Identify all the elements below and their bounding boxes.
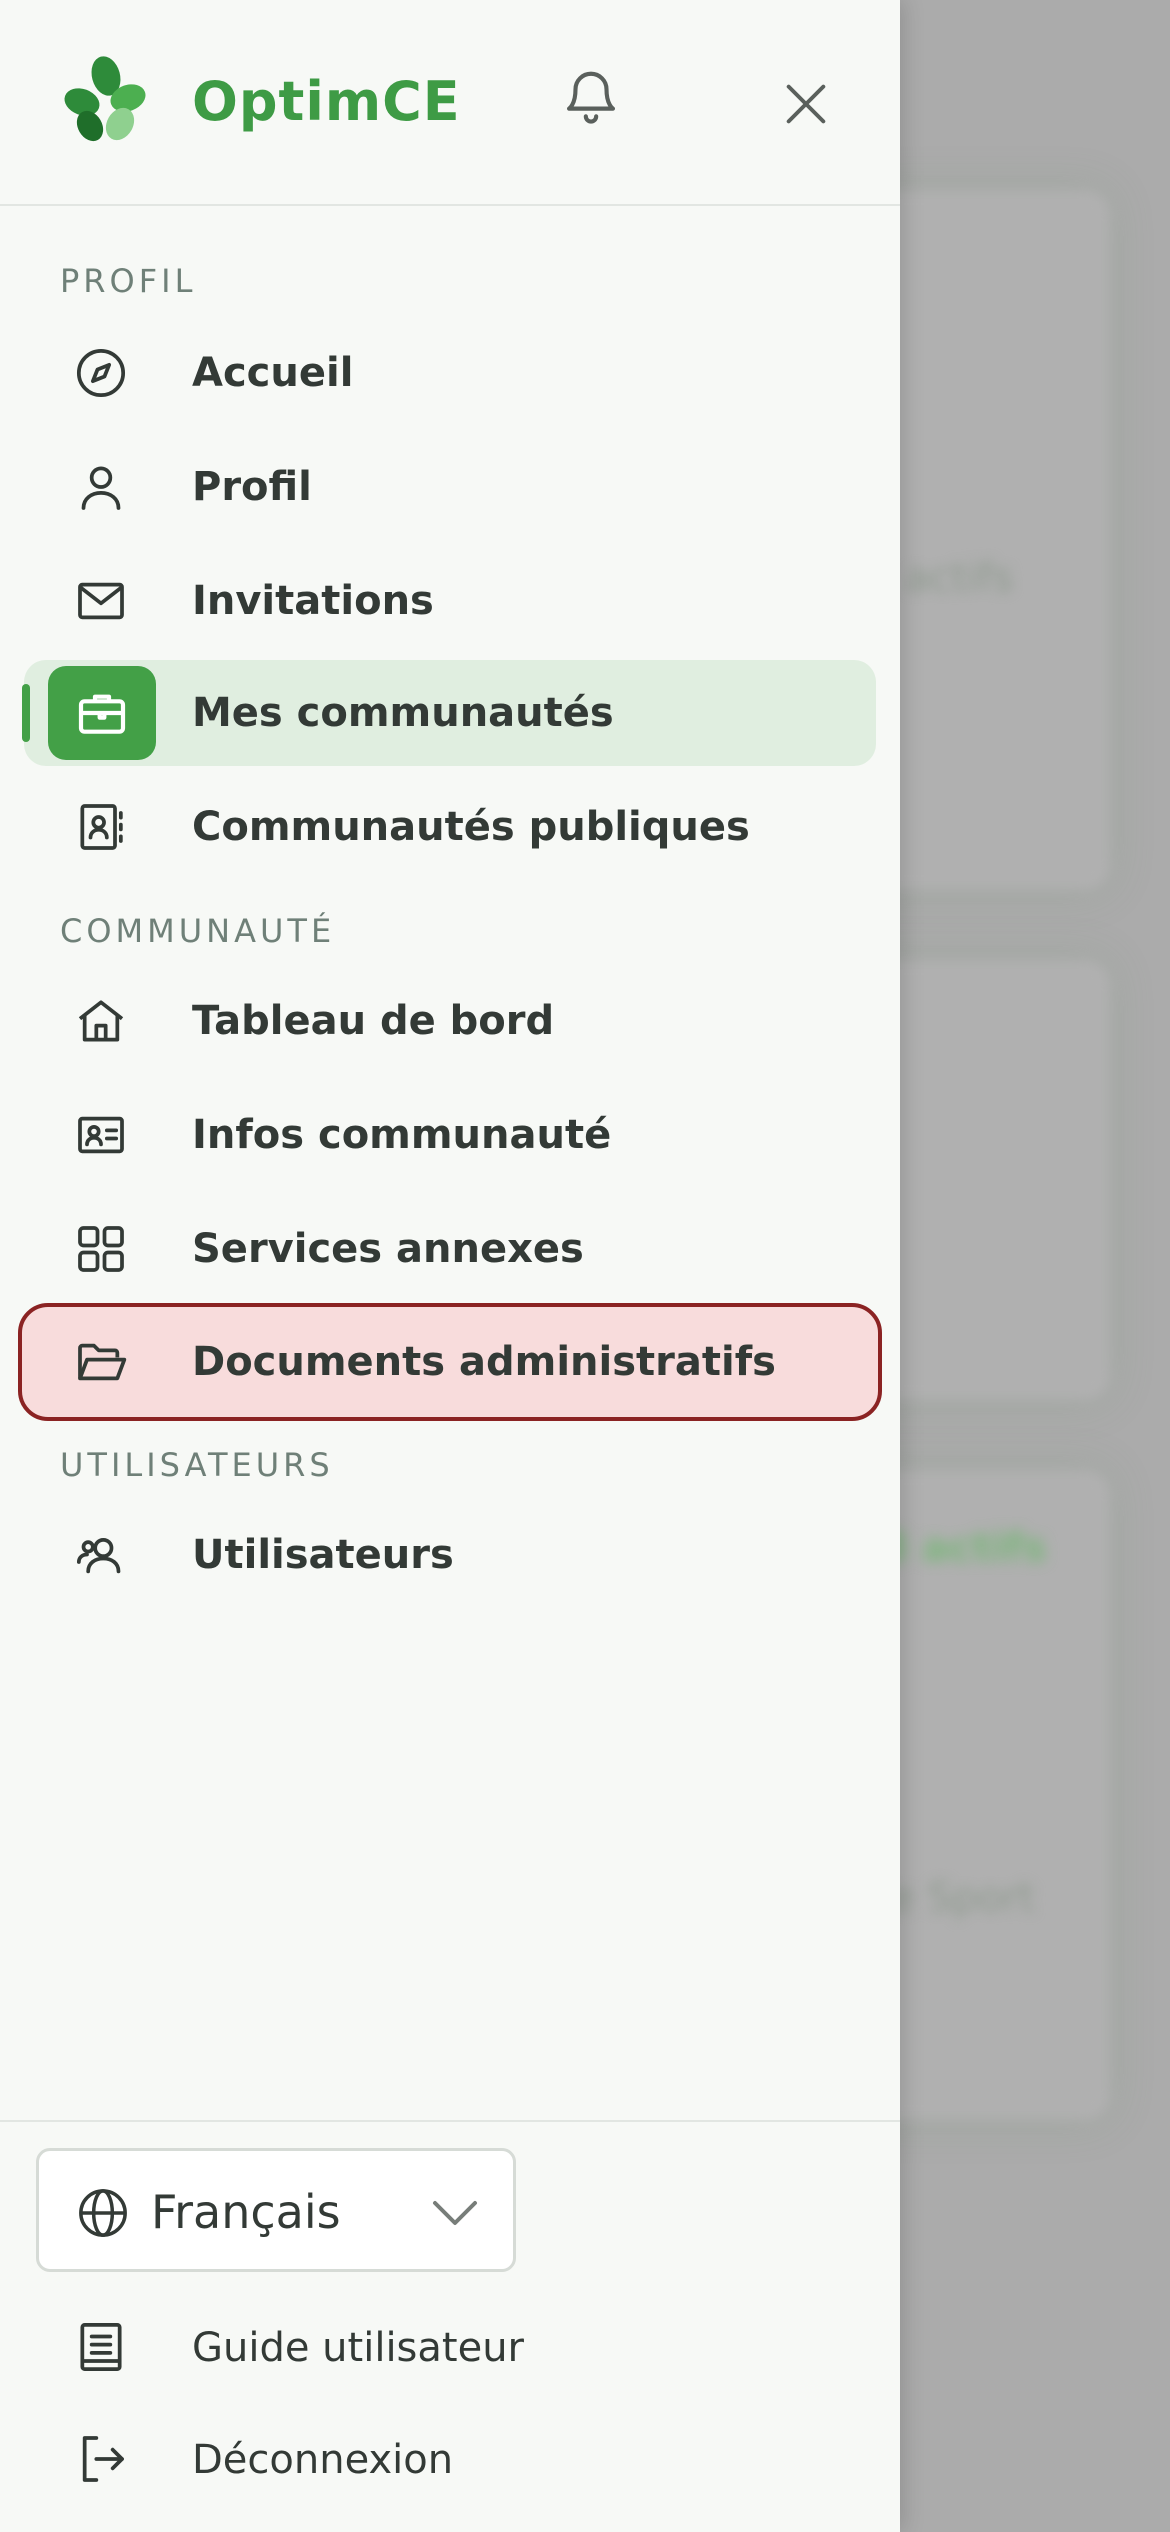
nav-label: Accueil <box>192 350 354 396</box>
nav-item-utilisateurs[interactable]: Utilisateurs <box>24 1502 876 1608</box>
nav-item-communautes-publiques[interactable]: Communautés publiques <box>24 774 876 880</box>
nav-label: Utilisateurs <box>192 1532 454 1578</box>
nav-label: Services annexes <box>192 1226 584 1272</box>
nav-label: Communautés publiques <box>192 804 750 850</box>
close-icon[interactable] <box>780 78 832 130</box>
nav-item-profil[interactable]: Profil <box>24 434 876 540</box>
nav-item-tableau-de-bord[interactable]: Tableau de bord <box>24 968 876 1074</box>
nav-label: Tableau de bord <box>192 998 555 1044</box>
nav-label: Mes communautés <box>192 690 614 736</box>
language-select-value: Français <box>151 2185 341 2239</box>
logout-icon <box>72 2430 130 2488</box>
section-label-utilisateurs: UTILISATEURS <box>60 1446 334 1484</box>
nav-label: Infos communauté <box>192 1112 612 1158</box>
book-icon <box>72 2318 130 2376</box>
nav-item-services-annexes[interactable]: Services annexes <box>24 1196 876 1302</box>
guide-utilisateur-label: Guide utilisateur <box>192 2325 524 2371</box>
briefcase-icon <box>48 666 156 760</box>
grid-icon <box>72 1220 130 1278</box>
active-indicator <box>22 684 30 742</box>
language-select[interactable]: Français <box>36 2148 516 2272</box>
nav-item-accueil[interactable]: Accueil <box>24 320 876 426</box>
globe-icon <box>79 2189 127 2237</box>
users-icon <box>72 1526 130 1584</box>
chevron-down-icon <box>433 2201 477 2225</box>
nav-item-invitations[interactable]: Invitations <box>24 548 876 654</box>
logout-button[interactable]: Déconnexion <box>24 2410 876 2510</box>
background-text: actifs <box>905 555 1014 601</box>
footer-divider <box>0 2120 900 2122</box>
drawer-header: OptimCE <box>0 0 900 206</box>
nav-item-mes-communautes[interactable]: Mes communautés <box>22 660 876 766</box>
folder-open-icon <box>72 1333 130 1391</box>
brand-title: OptimCE <box>192 70 461 133</box>
guide-utilisateur-link[interactable]: Guide utilisateur <box>24 2298 876 2398</box>
navigation-drawer: OptimCE PROFIL Accueil Profil Invitation… <box>0 0 900 2532</box>
contact-book-icon <box>72 798 130 856</box>
compass-icon <box>72 344 130 402</box>
nav-label: Profil <box>192 464 312 510</box>
id-card-icon <box>72 1106 130 1164</box>
nav-item-infos-communaute[interactable]: Infos communauté <box>24 1082 876 1188</box>
logout-label: Déconnexion <box>192 2437 454 2483</box>
user-icon <box>72 458 130 516</box>
optimce-logo-icon <box>64 56 146 142</box>
nav-label: Invitations <box>192 578 434 624</box>
bell-icon[interactable] <box>560 66 622 128</box>
background-text: e Sport <box>890 1875 1035 1921</box>
nav-label: Documents administratifs <box>192 1339 776 1385</box>
section-label-profil: PROFIL <box>60 262 197 300</box>
mail-icon <box>72 572 130 630</box>
nav-item-documents-administratifs[interactable]: Documents administratifs <box>18 1303 882 1421</box>
home-icon <box>72 992 130 1050</box>
section-label-communaute: COMMUNAUTÉ <box>60 912 336 950</box>
background-text: 8 actifs <box>880 1525 1047 1571</box>
